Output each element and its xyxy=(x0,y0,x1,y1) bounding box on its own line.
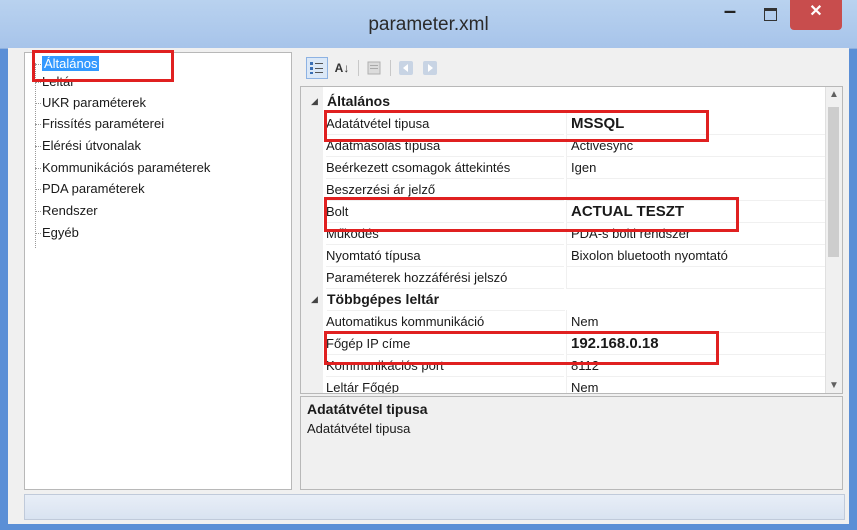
property-value[interactable]: 8112 xyxy=(566,354,831,377)
property-name: Beszerzési ár jelző xyxy=(326,178,564,201)
property-row[interactable]: Adatátvétel tipusa MSSQL xyxy=(301,112,831,135)
category-label: Általános xyxy=(327,90,565,113)
tree-item-rendszer[interactable]: Rendszer xyxy=(35,202,98,220)
tree-item-label: Frissítés paraméterei xyxy=(42,116,165,131)
tree-item-label: Egyéb xyxy=(42,225,79,240)
alphabetical-sort-icon[interactable]: A↓ xyxy=(332,58,352,78)
property-row[interactable]: Nyomtató típusa Bixolon bluetooth nyomtat… xyxy=(301,244,831,267)
tree-item-ukr-parameterek[interactable]: UKR paraméterek xyxy=(35,94,147,112)
property-row[interactable]: Működés PDA-s bolti rendszer xyxy=(301,222,831,245)
property-value[interactable] xyxy=(566,266,831,289)
property-name: Bolt xyxy=(326,200,564,223)
toolbar-separator xyxy=(358,60,359,76)
property-row[interactable]: Leltár Főgép Nem xyxy=(301,376,826,393)
tree-item-kommunikacios-parameterek[interactable]: Kommunikációs paraméterek xyxy=(35,159,211,177)
property-name: Kommunikációs port xyxy=(326,354,564,377)
scroll-down-icon[interactable]: ▼ xyxy=(826,380,842,391)
scrollbar-thumb[interactable] xyxy=(828,107,839,257)
property-value[interactable]: Igen xyxy=(566,156,831,179)
tree-connector-line xyxy=(35,63,36,248)
property-row[interactable]: Paraméterek hozzáférési jelszó xyxy=(301,266,831,289)
tree-item-egyeb[interactable]: Egyéb xyxy=(35,224,79,242)
property-value[interactable]: ACTUAL TESZT xyxy=(566,200,831,223)
tree-item-label: Elérési útvonalak xyxy=(42,138,141,153)
property-name: Nyomtató típusa xyxy=(326,244,564,267)
maximize-button[interactable] xyxy=(752,0,786,30)
property-row[interactable]: Főgép IP címe 192.168.0.18 xyxy=(301,332,831,355)
grid-vertical-scrollbar[interactable]: ▲ ▼ xyxy=(825,87,842,393)
property-value[interactable]: 192.168.0.18 xyxy=(566,332,831,355)
property-row[interactable]: Bolt ACTUAL TESZT xyxy=(301,200,831,223)
property-value[interactable]: MSSQL xyxy=(566,112,831,135)
property-name: Főgép IP címe xyxy=(326,332,564,355)
arrow-left-icon[interactable] xyxy=(396,58,416,78)
collapse-triangle-icon[interactable]: ◢ xyxy=(311,90,318,113)
property-pages-icon[interactable] xyxy=(364,58,384,78)
arrow-right-icon[interactable] xyxy=(420,58,440,78)
description-title: Adatátvétel tipusa xyxy=(307,401,428,417)
property-name: Beérkezett csomagok áttekintés xyxy=(326,156,564,179)
property-toolbar: A↓ xyxy=(300,52,843,84)
property-value[interactable]: Bixolon bluetooth nyomtató xyxy=(566,244,831,267)
title-bar[interactable]: parameter.xml – ✕ xyxy=(0,0,857,49)
property-name: Adatmásolás típusa xyxy=(326,134,564,157)
tree-item-label: Rendszer xyxy=(42,203,98,218)
tree-item-pda-parameterek[interactable]: PDA paraméterek xyxy=(35,180,145,198)
property-value[interactable]: Nem xyxy=(566,376,831,393)
property-name: Működés xyxy=(326,222,564,245)
status-bar xyxy=(24,494,845,520)
property-name: Adatátvétel tipusa xyxy=(326,112,564,135)
description-panel: Adatátvétel tipusa Adatátvétel tipusa xyxy=(300,396,843,490)
category-label: Többgépes leltár xyxy=(327,288,565,311)
property-row[interactable]: Automatikus kommunikáció Nem xyxy=(301,310,831,333)
property-pane: A↓ ◢ Általános Adatátvétel tipusa MSSQL A… xyxy=(300,52,843,490)
tree-item-label: UKR paraméterek xyxy=(42,95,147,110)
tree-item-label: Általános xyxy=(42,56,100,71)
category-row-tobbgepes-leltar[interactable]: ◢ Többgépes leltár xyxy=(301,288,826,311)
collapse-triangle-icon[interactable]: ◢ xyxy=(311,288,318,311)
property-row[interactable]: Adatmásolás típusa Activesync xyxy=(301,134,831,157)
tree-item-eleresi-utvonalak[interactable]: Elérési útvonalak xyxy=(35,137,141,155)
close-button[interactable]: ✕ xyxy=(790,0,842,30)
categorized-icon[interactable] xyxy=(306,57,328,79)
property-name: Leltár Főgép xyxy=(326,376,564,393)
description-text: Adatátvétel tipusa xyxy=(307,421,411,436)
property-value[interactable]: Nem xyxy=(566,310,831,333)
category-tree[interactable]: Általános Leltár UKR paraméterek Frissít… xyxy=(24,52,292,490)
property-value[interactable]: Activesync xyxy=(566,134,831,157)
property-name: Paraméterek hozzáférési jelszó xyxy=(326,266,564,289)
property-value[interactable] xyxy=(566,178,831,201)
scroll-up-icon[interactable]: ▲ xyxy=(826,89,842,100)
tree-item-label: Kommunikációs paraméterek xyxy=(42,160,211,175)
application-window: parameter.xml – ✕ Általános Leltár UKR p… xyxy=(0,0,857,530)
property-row[interactable]: Beérkezett csomagok áttekintés Igen xyxy=(301,156,831,179)
minimize-button[interactable]: – xyxy=(710,0,750,30)
tree-item-leltar[interactable]: Leltár xyxy=(35,73,75,91)
maximize-icon xyxy=(764,8,777,21)
tree-item-altalanos[interactable]: Általános xyxy=(35,55,100,73)
category-row-altalanos[interactable]: ◢ Általános xyxy=(301,90,826,113)
tree-item-frissites-parameterei[interactable]: Frissítés paraméterei xyxy=(35,115,165,133)
tree-item-label: Leltár xyxy=(42,74,75,89)
tree-item-label: PDA paraméterek xyxy=(42,181,145,196)
property-name: Automatikus kommunikáció xyxy=(326,310,564,333)
property-row[interactable]: Kommunikációs port 8112 xyxy=(301,354,831,377)
property-grid[interactable]: ◢ Általános Adatátvétel tipusa MSSQL Adat… xyxy=(300,86,843,394)
property-row[interactable]: Beszerzési ár jelző xyxy=(301,178,831,201)
toolbar-separator xyxy=(390,60,391,76)
property-value[interactable]: PDA-s bolti rendszer xyxy=(566,222,831,245)
